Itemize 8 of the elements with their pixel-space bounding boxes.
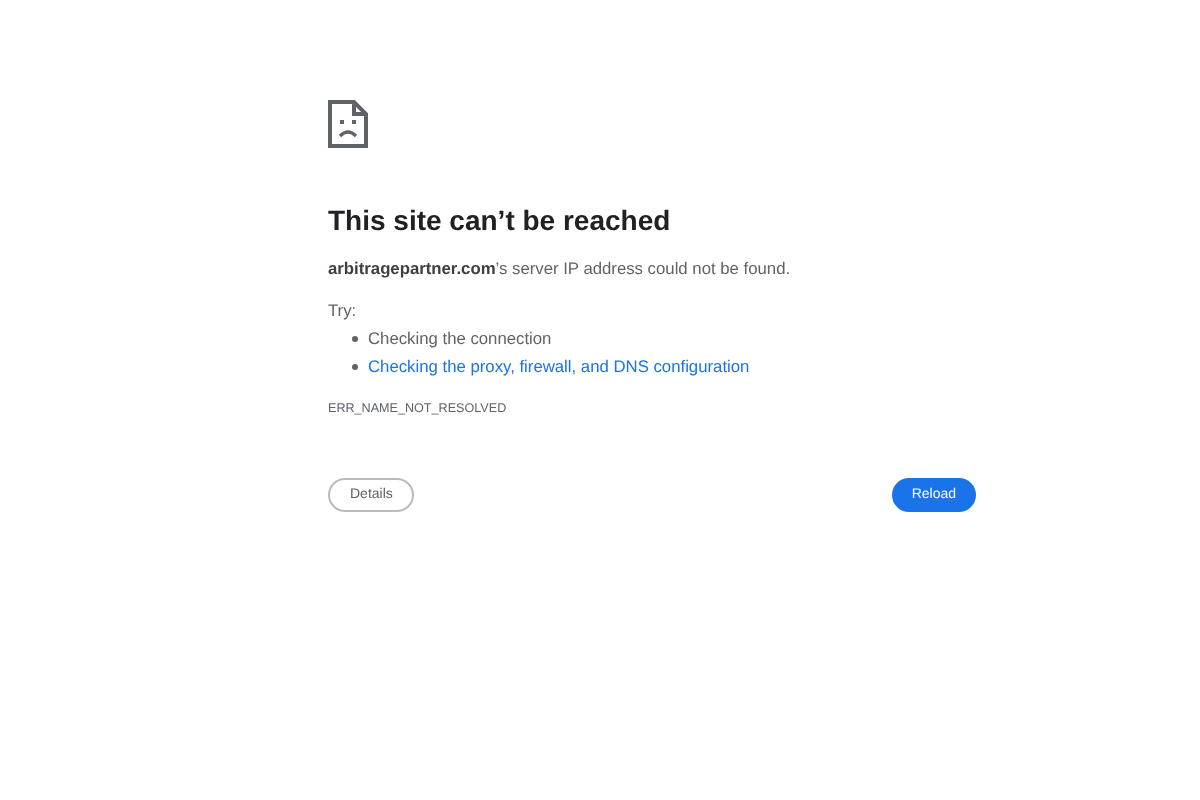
bullet-dot [352,363,358,369]
try-label: Try: [328,300,359,320]
page-heading: This site can’t be reached [328,204,673,236]
broken-page-icon [328,100,368,148]
suggestion-link[interactable]: Checking the proxy, firewall, and DNS configuration [368,356,750,376]
bullet-dot [352,335,358,341]
error-message: arbitragepartner.com’s server IP address could not be found. [328,258,793,278]
suggestion-text: Checking the connection [368,328,552,348]
